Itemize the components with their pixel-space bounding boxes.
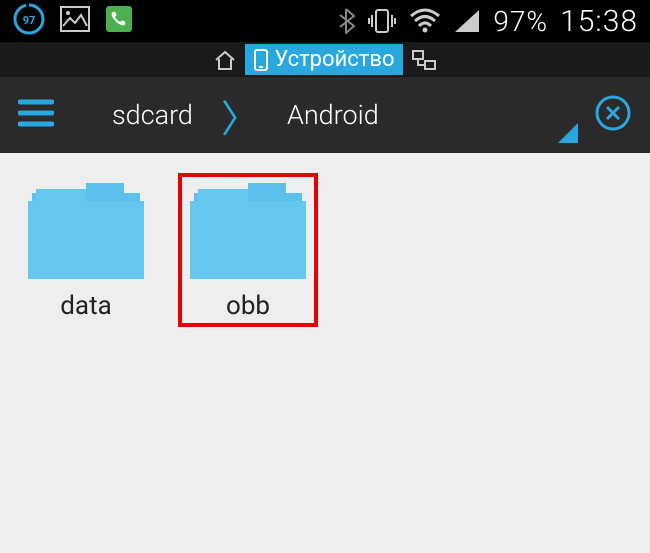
status-left-icons: 97	[12, 2, 134, 40]
folder-data[interactable]: data	[16, 173, 156, 327]
svg-text:97: 97	[23, 14, 36, 27]
dropdown-triangle-icon[interactable]	[558, 123, 578, 147]
phone-icon	[104, 4, 134, 38]
folder-label: data	[60, 291, 111, 321]
path-segment-sdcard[interactable]: sdcard	[84, 99, 221, 131]
signal-icon	[453, 8, 481, 34]
folder-label: obb	[226, 291, 270, 321]
image-icon	[60, 6, 90, 36]
wifi-icon	[409, 8, 441, 34]
folder-grid: data obb	[0, 153, 650, 347]
menu-button[interactable]	[18, 98, 54, 132]
chevron-right-icon: 〉	[221, 88, 259, 143]
bluetooth-icon	[337, 7, 355, 35]
folder-icon	[26, 179, 146, 279]
breadcrumb: sdcard 〉 Android	[84, 88, 558, 143]
status-right: 97% 15:38	[337, 4, 638, 39]
battery-percentage: 97%	[493, 5, 548, 38]
tab-device[interactable]: Устройство	[245, 44, 402, 75]
path-bar: sdcard 〉 Android	[0, 77, 650, 153]
folder-icon	[188, 179, 308, 279]
folder-obb[interactable]: obb	[178, 173, 318, 327]
clock-time: 15:38	[560, 4, 638, 39]
tab-device-label: Устройство	[274, 47, 394, 72]
path-segment-android[interactable]: Android	[259, 99, 407, 131]
status-bar: 97	[0, 0, 650, 42]
tab-home[interactable]	[205, 46, 245, 74]
tab-network[interactable]	[403, 46, 445, 74]
vibrate-icon	[367, 6, 397, 36]
close-button[interactable]	[594, 94, 632, 136]
storage-tabs: Устройство	[0, 42, 650, 77]
progress-circle-icon: 97	[12, 2, 46, 40]
